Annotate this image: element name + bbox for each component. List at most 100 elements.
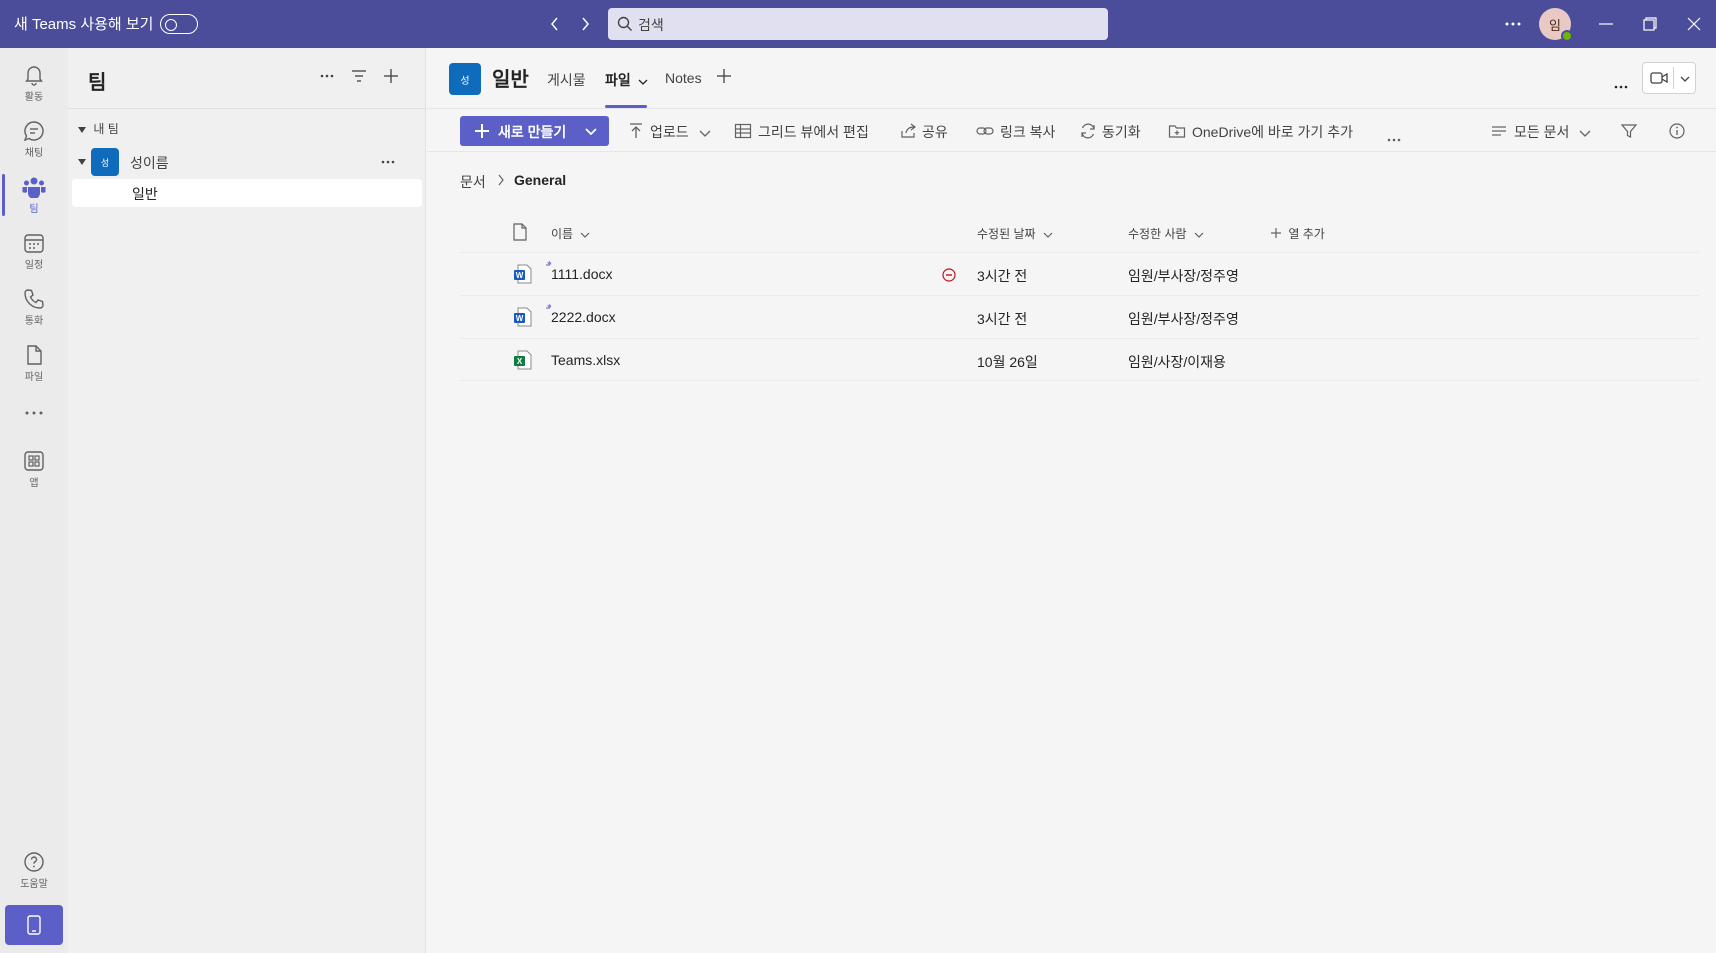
bell-icon: [25, 65, 43, 86]
channel-name: 일반: [132, 186, 158, 202]
rail-label: 팀: [29, 203, 39, 215]
rail-item-teams[interactable]: 팀: [0, 168, 68, 222]
filter-list-icon[interactable]: [347, 64, 371, 88]
meet-button[interactable]: [1642, 62, 1696, 94]
more-options-icon[interactable]: [1501, 12, 1525, 36]
chevron-down-icon: [699, 130, 710, 137]
apps-icon: [24, 450, 44, 471]
rail-label: 앱: [29, 477, 39, 489]
file-row[interactable]: X Teams.xlsx 10월 26일 임원/사장/이재용: [459, 338, 1699, 381]
rail-item-chat[interactable]: 채팅: [0, 112, 68, 166]
divider: [459, 380, 1699, 381]
rail-label: 파일: [24, 371, 44, 383]
file-modified-by[interactable]: 임원/사장/이재용: [1128, 352, 1226, 372]
column-modified[interactable]: 수정된 날짜: [977, 225, 1053, 242]
view-selector[interactable]: 모든 문서: [1514, 122, 1591, 142]
grid-edit-icon: [734, 123, 752, 139]
minimize-icon[interactable]: [1594, 12, 1618, 36]
file-row[interactable]: W 2222.docx 3시간 전 임원/부사장/정주영: [459, 295, 1699, 338]
upload-button[interactable]: 업로드: [650, 122, 711, 142]
tab-posts[interactable]: 게시물: [547, 70, 586, 90]
divider: [68, 108, 426, 109]
more-options-icon[interactable]: [315, 64, 339, 88]
back-arrow-icon[interactable]: [545, 12, 565, 36]
rail-label: 도움말: [20, 878, 48, 890]
column-name[interactable]: 이름: [551, 225, 590, 242]
add-shortcut-icon: [1168, 125, 1186, 138]
file-modified-by[interactable]: 임원/부사장/정주영: [1128, 309, 1239, 329]
rail-item-activity[interactable]: 활동: [0, 56, 68, 110]
search-input[interactable]: 검색: [608, 8, 1108, 40]
file-type-icon[interactable]: [512, 223, 528, 241]
file-modified: 3시간 전: [977, 311, 1028, 327]
column-name-label: 이름: [551, 227, 574, 241]
file-name[interactable]: Teams.xlsx: [551, 352, 620, 368]
new-button[interactable]: 새로 만들기: [460, 116, 609, 146]
tab-files[interactable]: 파일: [605, 70, 648, 90]
grid-view-edit-button[interactable]: 그리드 뷰에서 편집: [758, 122, 869, 142]
chevron-down-icon: [1194, 232, 1204, 238]
more-options-icon[interactable]: [1614, 76, 1628, 92]
word-file-icon: W: [514, 264, 532, 284]
more-options-icon[interactable]: [376, 150, 400, 174]
app-rail: 활동 채팅 팀 일정 통화 파일 앱 도움말: [0, 48, 68, 953]
more-icon: [25, 411, 43, 415]
plus-icon: [475, 124, 489, 138]
add-column-button[interactable]: 열 추가: [1271, 225, 1325, 242]
chevron-down-icon: [1680, 76, 1690, 82]
close-icon[interactable]: [1682, 12, 1706, 36]
rail-item-files[interactable]: 파일: [0, 336, 68, 390]
avatar-initial: 임: [1549, 17, 1561, 33]
upload-label: 업로드: [650, 124, 689, 140]
rail-item-calls[interactable]: 통화: [0, 280, 68, 334]
copy-link-button[interactable]: 링크 복사: [1000, 122, 1055, 142]
channel-initial: 성: [460, 75, 470, 87]
file-modified: 3시간 전: [977, 268, 1028, 284]
breadcrumb-documents[interactable]: 문서: [460, 172, 486, 192]
link-icon: [976, 127, 994, 135]
filter-icon[interactable]: [1620, 122, 1638, 140]
file-name[interactable]: 2222.docx: [551, 309, 616, 325]
rail-item-calendar[interactable]: 일정: [0, 224, 68, 278]
rail-item-help[interactable]: 도움말: [0, 843, 68, 897]
team-avatar: 성: [91, 148, 119, 176]
more-options-icon[interactable]: [1387, 129, 1401, 145]
file-row[interactable]: W 1111.docx 3시간 전 임원/부사장/정주영: [459, 252, 1699, 295]
info-icon[interactable]: [1668, 122, 1686, 140]
team-row[interactable]: 성 성이름: [68, 148, 426, 176]
divider: [1673, 67, 1674, 89]
user-avatar[interactable]: 임: [1539, 8, 1573, 42]
new-teams-label: 새 Teams 사용해 보기: [14, 16, 154, 33]
column-modified-by-label: 수정한 사람: [1128, 227, 1187, 241]
tab-notes[interactable]: Notes: [665, 70, 702, 86]
new-teams-toggle[interactable]: [160, 14, 198, 34]
my-teams-section[interactable]: 내 팀: [78, 120, 119, 137]
mobile-phone-icon: [27, 915, 41, 935]
caret-down-icon: [78, 159, 86, 165]
add-team-icon[interactable]: [379, 64, 403, 88]
file-name[interactable]: 1111.docx: [551, 266, 613, 282]
svg-text:W: W: [516, 314, 524, 323]
teams-icon: [22, 177, 46, 198]
file-icon: [27, 344, 42, 365]
help-icon: [24, 851, 44, 872]
column-modified-by[interactable]: 수정한 사람: [1128, 225, 1204, 242]
add-tab-icon[interactable]: [716, 68, 732, 87]
restore-icon[interactable]: [1638, 12, 1662, 36]
team-initial: 성: [100, 157, 110, 168]
add-onedrive-shortcut-button[interactable]: OneDrive에 바로 가기 추가: [1192, 122, 1353, 142]
share-button[interactable]: 공유: [922, 122, 948, 142]
rail-label: 일정: [24, 259, 44, 271]
chevron-down-icon: [638, 79, 648, 85]
phone-icon: [24, 288, 44, 309]
forward-arrow-icon[interactable]: [575, 12, 595, 36]
sync-button[interactable]: 동기화: [1102, 122, 1141, 142]
rail-item-apps[interactable]: 앱: [0, 442, 68, 496]
breadcrumb-current: General: [514, 172, 567, 188]
channel-avatar: 성: [449, 63, 481, 95]
mobile-app-button[interactable]: [5, 905, 63, 945]
rail-item-more[interactable]: [0, 386, 68, 440]
tab-files-label: 파일: [605, 72, 631, 88]
file-modified-by[interactable]: 임원/부사장/정주영: [1128, 266, 1239, 286]
channel-item-general[interactable]: 일반: [72, 179, 422, 207]
